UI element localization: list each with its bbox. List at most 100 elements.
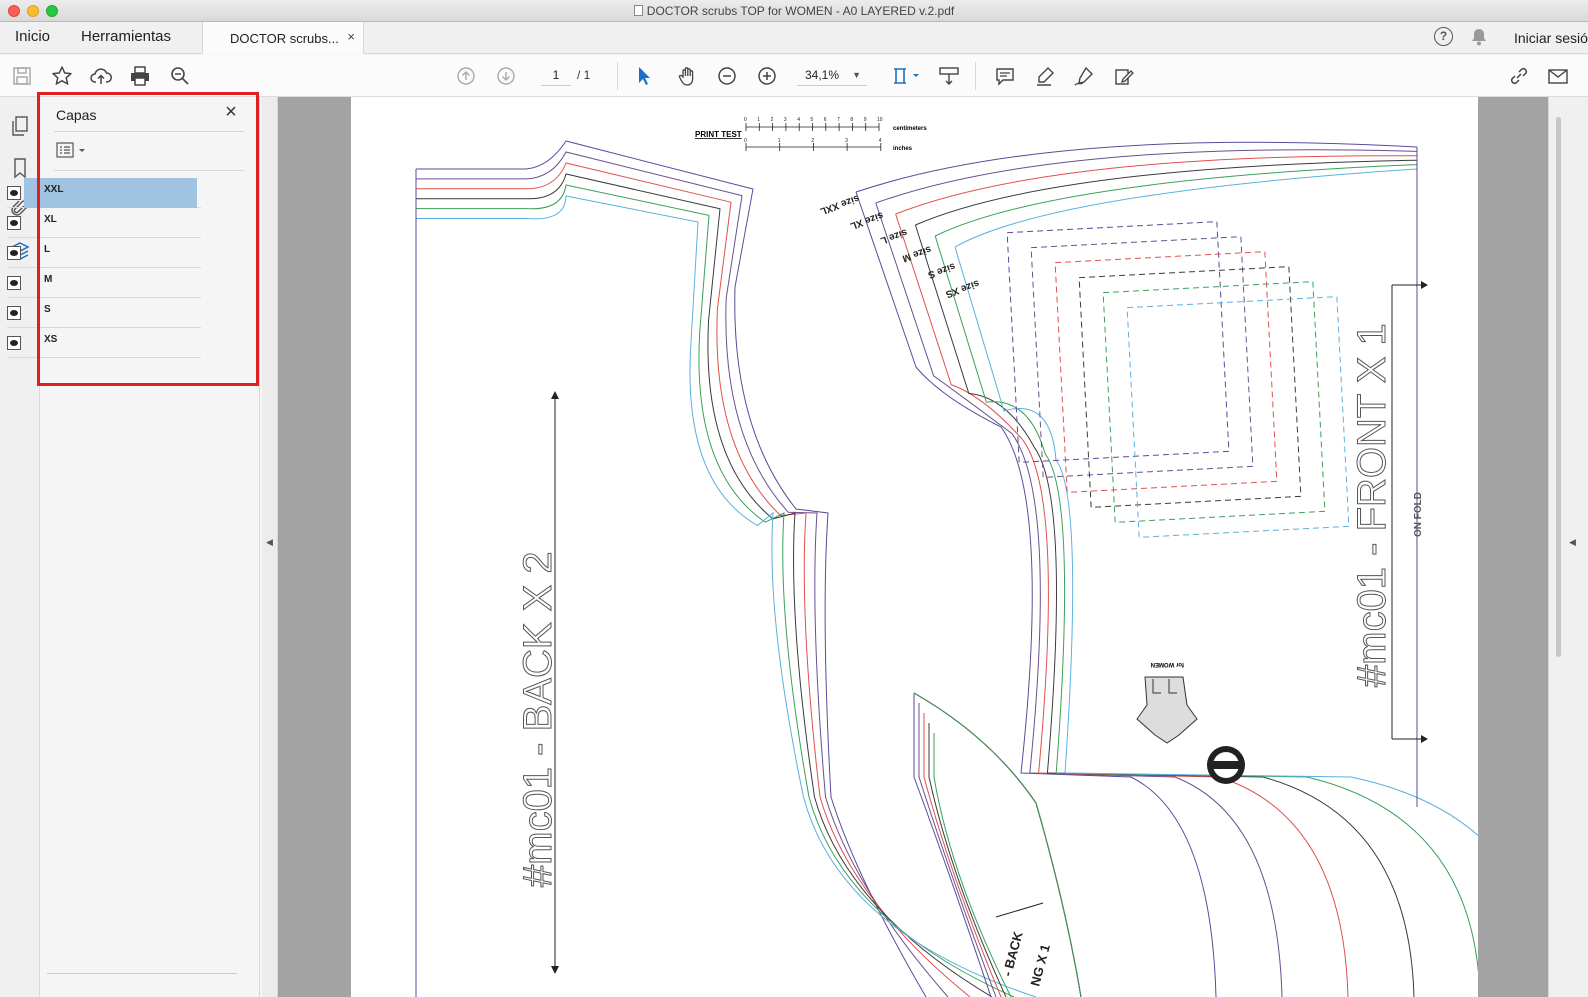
tab-document-close-icon[interactable]: × bbox=[347, 29, 355, 44]
zoom-in-icon[interactable] bbox=[754, 63, 780, 89]
upload-cloud-icon[interactable] bbox=[88, 63, 114, 89]
save-icon[interactable] bbox=[9, 63, 35, 89]
small-piece-label-2: NG X 1 bbox=[1027, 943, 1053, 988]
layer-name: XXL bbox=[24, 178, 197, 208]
zoom-level-select[interactable]: 34,1% ▼ bbox=[797, 64, 867, 86]
cm-tick-label: 6 bbox=[824, 117, 827, 123]
page-number-input[interactable]: 1 bbox=[541, 64, 571, 86]
on-fold-label: ON FOLD bbox=[1413, 492, 1424, 537]
chevron-down-icon: ▼ bbox=[852, 70, 861, 80]
cm-label: centimeters bbox=[893, 126, 927, 132]
page-thumbnails-icon[interactable] bbox=[9, 115, 31, 137]
layer-name: L bbox=[44, 244, 51, 255]
back-size-line bbox=[416, 162, 971, 997]
pdf-page: PRINT TEST 0 1 2 3 4 5 6 7 8 9 10 0 1 2 3 4 centimeters… bbox=[351, 97, 1478, 997]
tab-tools[interactable]: Herramientas bbox=[81, 28, 171, 45]
visibility-eye-icon[interactable] bbox=[7, 216, 21, 230]
cm-tick-label: 4 bbox=[797, 117, 800, 123]
cm-tick-label: 0 bbox=[744, 117, 747, 123]
panel-collapse-handle[interactable]: ◀ bbox=[262, 97, 278, 997]
next-page-icon[interactable] bbox=[493, 63, 519, 89]
draw-sign-icon[interactable] bbox=[1071, 63, 1097, 89]
zoom-out-icon[interactable] bbox=[714, 63, 740, 89]
chevron-left-icon: ◀ bbox=[266, 537, 273, 547]
layer-row[interactable]: S bbox=[7, 298, 201, 328]
tab-home[interactable]: Inicio bbox=[15, 28, 50, 45]
cm-tick-label: 1 bbox=[757, 117, 760, 123]
visibility-eye-icon[interactable] bbox=[7, 336, 21, 350]
layer-name: XL bbox=[44, 214, 57, 225]
inch-tick-label: 3 bbox=[845, 138, 848, 144]
cm-scale: 0 1 2 3 4 5 6 7 8 9 10 0 1 2 3 4 bbox=[744, 117, 883, 151]
back-size-line bbox=[416, 140, 927, 997]
layer-name: XS bbox=[44, 334, 58, 345]
layer-row[interactable]: L bbox=[7, 238, 201, 268]
document-viewport[interactable]: PRINT TEST 0 1 2 3 4 5 6 7 8 9 10 0 1 2 3 4 centimeters… bbox=[278, 97, 1548, 997]
visibility-eye-icon[interactable] bbox=[7, 186, 21, 200]
small-piece-line bbox=[913, 692, 1082, 997]
cm-tick-label: 5 bbox=[811, 117, 814, 123]
sign-in-link[interactable]: Iniciar sesión bbox=[1514, 30, 1588, 46]
layer-row[interactable]: XXL bbox=[7, 178, 201, 208]
bookmark-icon[interactable] bbox=[9, 157, 31, 179]
comment-icon[interactable] bbox=[992, 63, 1018, 89]
cm-tick-label: 9 bbox=[864, 117, 867, 123]
front-size-line bbox=[875, 149, 1418, 997]
scrollbar-thumb[interactable] bbox=[1556, 117, 1561, 657]
front-size-line bbox=[934, 164, 1478, 974]
share-link-icon[interactable] bbox=[1506, 63, 1532, 89]
chevron-left-icon[interactable]: ◀ bbox=[1569, 537, 1576, 548]
highlight-pen-icon[interactable] bbox=[1032, 63, 1058, 89]
size-label: size M bbox=[901, 243, 933, 264]
edit-pdf-icon[interactable] bbox=[1111, 63, 1137, 89]
page-total: / 1 bbox=[577, 68, 591, 82]
cm-tick-label: 8 bbox=[850, 117, 853, 123]
help-icon[interactable]: ? bbox=[1434, 27, 1453, 46]
layer-row[interactable]: M bbox=[7, 268, 201, 298]
main-toolbar: 1 / 1 34,1% ▼ bbox=[0, 55, 1588, 97]
for-women-logo-text: for WOMEN bbox=[1151, 661, 1184, 667]
print-test-label: PRINT TEST bbox=[695, 130, 742, 139]
inch-tick-label: 0 bbox=[744, 138, 747, 144]
tab-document[interactable]: DOCTOR scrubs... × bbox=[202, 22, 364, 54]
hand-tool-icon[interactable] bbox=[675, 63, 701, 89]
layer-options-menu[interactable] bbox=[56, 142, 90, 160]
toolbar-separator bbox=[975, 62, 976, 90]
star-icon[interactable] bbox=[49, 63, 75, 89]
garment-logo: for WOMEN bbox=[1136, 661, 1198, 744]
panel-divider bbox=[54, 131, 244, 132]
size-label: size S bbox=[926, 260, 957, 280]
sewing-pattern-drawing: PRINT TEST 0 1 2 3 4 5 6 7 8 9 10 0 1 2 3 4 centimeters… bbox=[415, 117, 1478, 997]
scroll-mode-icon[interactable] bbox=[936, 63, 962, 89]
notifications-bell-icon[interactable] bbox=[1471, 28, 1487, 51]
email-envelope-icon[interactable] bbox=[1545, 63, 1571, 89]
back-size-line bbox=[416, 173, 993, 997]
visibility-eye-icon[interactable] bbox=[7, 246, 21, 260]
back-piece-label: #mc01 - BACK X 2 bbox=[516, 551, 560, 887]
panel-close-icon[interactable]: × bbox=[221, 102, 241, 123]
layer-row[interactable]: XL bbox=[7, 208, 201, 238]
small-piece-label: - BACK bbox=[999, 929, 1025, 977]
layer-list: XXL XL L M S XS bbox=[7, 178, 201, 358]
visibility-eye-icon[interactable] bbox=[7, 306, 21, 320]
fit-page-icon[interactable] bbox=[889, 63, 923, 89]
print-icon[interactable] bbox=[127, 63, 153, 89]
back-size-line bbox=[416, 184, 1015, 997]
vertical-scrollbar[interactable]: ◀ bbox=[1548, 97, 1588, 997]
panel-divider bbox=[54, 170, 244, 171]
small-piece-arrow bbox=[995, 902, 1044, 918]
select-cursor-icon[interactable] bbox=[631, 63, 657, 89]
visibility-eye-icon[interactable] bbox=[7, 276, 21, 290]
cm-tick-label: 3 bbox=[784, 117, 787, 123]
front-piece-label: #mc01 - FRONT X 1 bbox=[1350, 323, 1394, 687]
back-size-line bbox=[416, 151, 949, 997]
panel-footer-divider bbox=[47, 973, 237, 974]
size-label: size L bbox=[879, 226, 909, 246]
zoom-search-icon[interactable] bbox=[167, 63, 193, 89]
layer-name: S bbox=[44, 304, 51, 315]
layer-row[interactable]: XS bbox=[7, 328, 201, 358]
inch-tick-label: 1 bbox=[778, 138, 781, 144]
cm-tick-label: 2 bbox=[771, 117, 774, 123]
previous-page-icon[interactable] bbox=[453, 63, 479, 89]
tab-document-label: DOCTOR scrubs... bbox=[230, 31, 339, 46]
